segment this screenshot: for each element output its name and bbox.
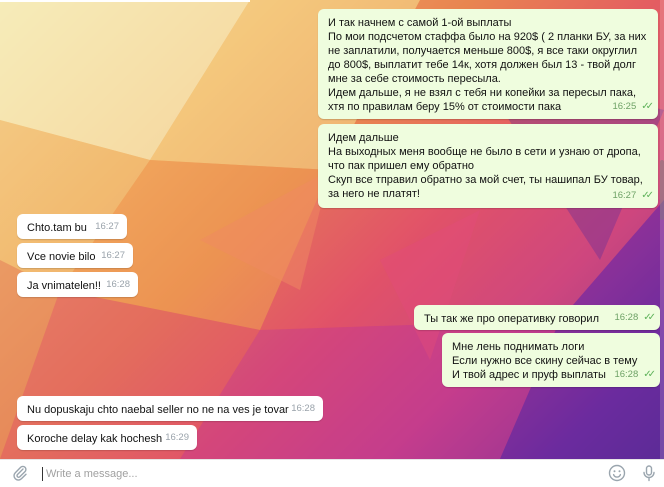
paperclip-icon[interactable] — [12, 465, 28, 481]
message-time: 16:25 — [612, 101, 637, 112]
message-time: 16:29 — [165, 432, 189, 443]
message-meta: 16:28 — [106, 278, 130, 292]
message-time: 16:28 — [106, 279, 130, 290]
read-check-icon: ✓✓ — [641, 101, 654, 112]
message-meta: 16:27 — [95, 220, 119, 234]
top-divider — [0, 0, 250, 2]
message-text: Nu dopuskaju chto naebal seller no ne na… — [27, 404, 289, 416]
message-outgoing[interactable]: Мне лень поднимать логи Если нужно все с… — [442, 333, 660, 387]
read-check-icon: ✓✓ — [641, 190, 654, 201]
composer-bar — [0, 459, 664, 487]
microphone-icon[interactable] — [640, 464, 658, 482]
text-caret — [42, 467, 43, 481]
message-text: Koroche delay kak hochesh — [27, 433, 163, 445]
message-time: 16:28 — [614, 369, 639, 380]
message-text: Идем дальше На выходных меня вообще не б… — [328, 132, 643, 200]
message-outgoing[interactable]: Ты так же про оперативку говорил 16:28 ✓✓ — [414, 305, 660, 330]
message-input[interactable] — [46, 466, 566, 482]
message-meta: 16:29 — [165, 431, 189, 445]
scrollbar-thumb[interactable] — [660, 160, 664, 220]
message-meta: 16:27 ✓✓ — [612, 189, 654, 203]
message-outgoing[interactable]: И так начнем с самой 1-ой выплаты По мои… — [318, 9, 658, 119]
message-time: 16:27 — [95, 221, 119, 232]
message-time: 16:27 — [101, 250, 125, 261]
message-meta: 16:28 ✓✓ — [614, 368, 656, 382]
read-check-icon: ✓✓ — [643, 312, 656, 323]
message-incoming[interactable]: Vce novie bilo 16:27 — [17, 243, 133, 268]
message-outgoing[interactable]: Идем дальше На выходных меня вообще не б… — [318, 124, 658, 208]
message-time: 16:28 — [291, 403, 315, 414]
message-time: 16:27 — [612, 190, 637, 201]
message-meta: 16:27 — [101, 249, 125, 263]
chat-history[interactable]: И так начнем с самой 1-ой выплаты По мои… — [0, 0, 664, 459]
message-incoming[interactable]: Chto.tam bu 16:27 — [17, 214, 127, 239]
message-incoming[interactable]: Koroche delay kak hochesh 16:29 — [17, 425, 197, 450]
message-meta: 16:28 — [291, 402, 315, 416]
message-time: 16:28 — [614, 312, 639, 323]
smiley-icon[interactable] — [608, 464, 626, 482]
message-incoming[interactable]: Ja vnimatelen!! 16:28 — [17, 272, 138, 297]
scrollbar[interactable] — [660, 0, 664, 459]
read-check-icon: ✓✓ — [643, 369, 656, 380]
message-text: И так начнем с самой 1-ой выплаты По мои… — [328, 17, 647, 113]
message-meta: 16:28 ✓✓ — [614, 311, 656, 325]
message-incoming[interactable]: Nu dopuskaju chto naebal seller no ne na… — [17, 396, 323, 421]
message-meta: 16:25 ✓✓ — [612, 100, 654, 114]
